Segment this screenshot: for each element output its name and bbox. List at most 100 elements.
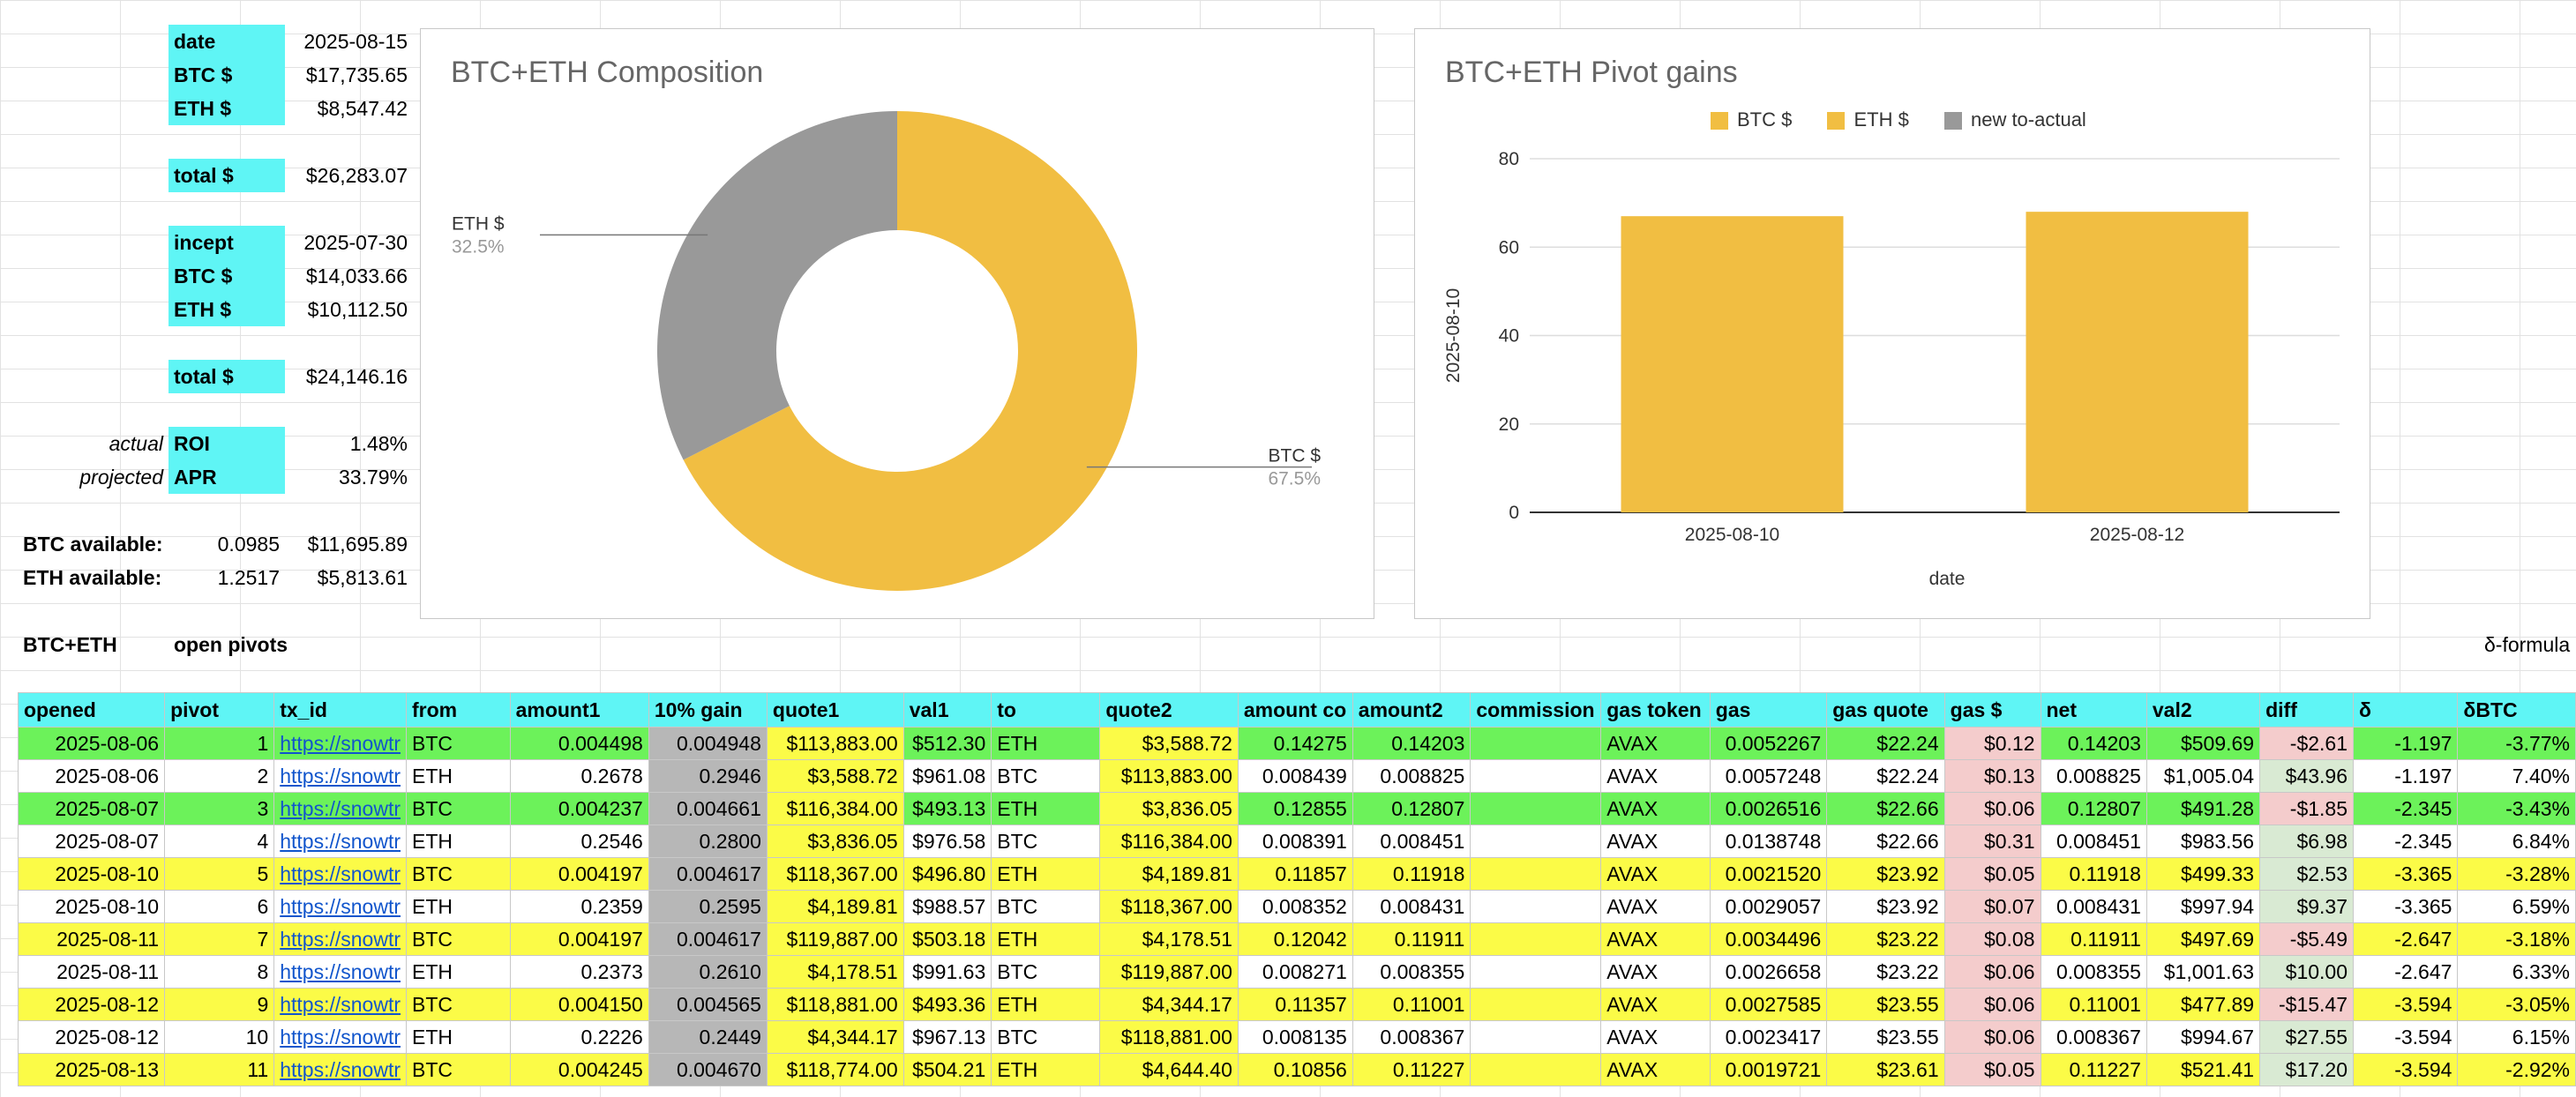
table-cell[interactable]: 0.008355 [1352,955,1471,989]
column-header[interactable]: to [991,692,1101,728]
table-cell[interactable]: ETH [991,727,1101,760]
tx-link[interactable]: https://snowtr [273,759,408,793]
table-cell[interactable]: 7.40% [2457,759,2576,793]
table-cell[interactable]: AVAX [1600,792,1711,825]
column-header[interactable]: commission [1470,692,1602,728]
table-cell[interactable]: AVAX [1600,759,1711,793]
pivot-gains-chart[interactable]: BTC+ETH Pivot gains BTC $ ETH $ new to-a… [1414,28,2370,619]
table-cell[interactable]: BTC [991,1020,1101,1054]
table-cell[interactable]: -$1.85 [2259,792,2355,825]
delta-formula-label[interactable]: δ-formula [2479,628,2576,661]
table-cell[interactable]: $496.80 [902,857,992,891]
eth-available-qty[interactable]: 1.2517 [168,561,285,594]
column-header[interactable]: δBTC [2457,692,2576,728]
table-cell[interactable]: $3,588.72 [1099,727,1239,760]
table-row[interactable]: 2025-08-12 9 https://snowtr BTC 0.004150 0.00… [17,988,2576,1021]
table-cell[interactable]: 0.004197 [509,857,649,891]
table-cell[interactable]: 0.008367 [1352,1020,1471,1054]
table-cell[interactable]: 0.0026516 [1709,792,1828,825]
table-cell[interactable] [1470,988,1602,1021]
table-cell[interactable]: $119,887.00 [1099,955,1239,989]
btc-available-usd[interactable]: $11,695.89 [285,527,413,561]
table-cell[interactable]: ETH [991,792,1101,825]
table-cell[interactable]: 0.008135 [1237,1020,1353,1054]
table-cell[interactable]: 0.008431 [2040,890,2147,923]
table-cell[interactable]: 0.004670 [648,1053,768,1086]
table-cell[interactable]: $521.41 [2145,1053,2261,1086]
table-cell[interactable]: $0.05 [1943,1053,2041,1086]
table-cell[interactable]: -2.647 [2353,922,2459,956]
table-cell[interactable]: 0.2373 [509,955,649,989]
tx-link[interactable]: https://snowtr [273,1020,408,1054]
table-cell[interactable]: $22.24 [1826,759,1945,793]
table-cell[interactable] [1470,922,1602,956]
table-cell[interactable]: 2025-08-11 [17,922,166,956]
table-cell[interactable] [1470,890,1602,923]
table-cell[interactable]: AVAX [1600,1053,1711,1086]
date-label[interactable]: date [168,25,285,58]
table-cell[interactable]: 2025-08-10 [17,857,166,891]
table-cell[interactable]: 3 [164,792,275,825]
eth-label[interactable]: ETH $ [168,92,285,125]
table-cell[interactable]: 9 [164,988,275,1021]
table-cell[interactable]: $17.20 [2259,1053,2355,1086]
tx-link[interactable]: https://snowtr [273,890,408,923]
table-cell[interactable]: 0.11001 [1352,988,1471,1021]
table-cell[interactable]: AVAX [1600,922,1711,956]
table-cell[interactable]: AVAX [1600,890,1711,923]
table-cell[interactable]: BTC [406,857,511,891]
table-cell[interactable]: $961.08 [902,759,992,793]
table-cell[interactable]: 0.004948 [648,727,768,760]
table-cell[interactable]: 0.008367 [2040,1020,2147,1054]
table-cell[interactable]: $994.67 [2145,1020,2261,1054]
eth2-value[interactable]: $10,112.50 [285,293,413,326]
apr-label[interactable]: APR [168,460,285,494]
table-cell[interactable]: 0.2610 [648,955,768,989]
table-cell[interactable]: 2025-08-07 [17,825,166,858]
table-cell[interactable]: 0.008391 [1237,825,1353,858]
table-cell[interactable]: -3.594 [2353,988,2459,1021]
table-cell[interactable]: $0.06 [1943,792,2041,825]
table-cell[interactable]: 0.11227 [2040,1053,2147,1086]
table-cell[interactable]: 0.0027585 [1709,988,1828,1021]
table-cell[interactable]: $4,344.17 [1099,988,1239,1021]
table-cell[interactable]: 0.2449 [648,1020,768,1054]
table-cell[interactable]: 0.11911 [1352,922,1471,956]
table-cell[interactable]: -1.197 [2353,759,2459,793]
table-cell[interactable]: $4,189.81 [1099,857,1239,891]
table-cell[interactable]: $23.22 [1826,955,1945,989]
table-cell[interactable]: 0.0138748 [1709,825,1828,858]
table-cell[interactable]: 0.12042 [1237,922,1353,956]
table-cell[interactable]: BTC [406,988,511,1021]
table-cell[interactable]: AVAX [1600,825,1711,858]
table-cell[interactable]: -2.647 [2353,955,2459,989]
table-cell[interactable]: ETH [406,955,511,989]
table-cell[interactable]: 11 [164,1053,275,1086]
table-cell[interactable]: -3.594 [2353,1020,2459,1054]
table-cell[interactable]: AVAX [1600,857,1711,891]
table-cell[interactable]: $504.21 [902,1053,992,1086]
table-cell[interactable]: 0.11918 [1352,857,1471,891]
table-cell[interactable]: $9.37 [2259,890,2355,923]
btc2-value[interactable]: $14,033.66 [285,259,413,293]
table-cell[interactable]: $10.00 [2259,955,2355,989]
table-cell[interactable]: -2.345 [2353,792,2459,825]
table-cell[interactable] [1470,955,1602,989]
table-cell[interactable]: 0.008439 [1237,759,1353,793]
total2-label[interactable]: total $ [168,360,285,393]
table-cell[interactable]: $23.92 [1826,857,1945,891]
table-cell[interactable]: -1.197 [2353,727,2459,760]
table-cell[interactable]: 0.008352 [1237,890,1353,923]
table-cell[interactable]: 0.0023417 [1709,1020,1828,1054]
table-cell[interactable]: $0.06 [1943,988,2041,1021]
table-cell[interactable]: $118,881.00 [1099,1020,1239,1054]
table-cell[interactable]: $23.55 [1826,1020,1945,1054]
table-cell[interactable]: $493.36 [902,988,992,1021]
table-cell[interactable]: 10 [164,1020,275,1054]
table-cell[interactable]: $118,774.00 [766,1053,904,1086]
table-cell[interactable]: $1,005.04 [2145,759,2261,793]
table-cell[interactable]: $0.13 [1943,759,2041,793]
table-cell[interactable]: 0.004150 [509,988,649,1021]
open-pivots-label[interactable]: open pivots [168,628,389,661]
table-cell[interactable]: $6.98 [2259,825,2355,858]
